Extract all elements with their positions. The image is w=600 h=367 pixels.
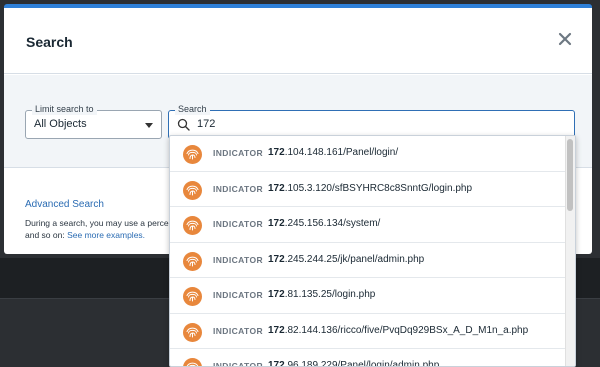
fingerprint-icon bbox=[183, 358, 202, 366]
help-text-prefix: and so on: bbox=[25, 230, 65, 240]
suggestion-rest: .105.3.120/sfBSYHRC8c8SnntG/login.php bbox=[284, 182, 473, 194]
suggestion-match: 172 bbox=[268, 182, 285, 194]
suggestion-match: 172 bbox=[268, 324, 285, 336]
scrollbar-thumb[interactable] bbox=[567, 139, 573, 211]
suggestion-value: 172.105.3.120/sfBSYHRC8c8SnntG/login.php bbox=[268, 183, 472, 194]
suggestion-value: 172.245.244.25/jk/panel/admin.php bbox=[268, 254, 424, 265]
suggestion-rest: .104.148.161/Panel/login/ bbox=[284, 147, 399, 158]
fingerprint-icon bbox=[183, 322, 202, 342]
suggestion-rest: .245.156.134/system/ bbox=[284, 218, 381, 229]
suggestion-value: 172.245.156.134/system/ bbox=[268, 218, 380, 229]
suggestion-match: 172 bbox=[268, 147, 285, 158]
search-suggestions-dropdown: INDICATOR 172.104.148.161/Panel/login/IND… bbox=[169, 135, 576, 367]
see-more-examples-link[interactable]: See more examples. bbox=[67, 230, 145, 240]
suggestion-item[interactable]: INDICATOR 172.82.144.136/ricco/five/PvqDq… bbox=[170, 314, 566, 349]
close-icon bbox=[558, 32, 572, 46]
fingerprint-icon bbox=[183, 180, 202, 200]
suggestion-item[interactable]: INDICATOR 172.245.244.25/jk/panel/admin.p… bbox=[170, 243, 566, 278]
limit-search-value: All Objects bbox=[34, 118, 87, 130]
suggestion-value: 172.81.135.25/login.php bbox=[268, 289, 375, 300]
suggestion-rest: .96.189.229/Panel/login/admin.php bbox=[284, 360, 440, 367]
advanced-search-link[interactable]: Advanced Search bbox=[25, 199, 104, 210]
close-button[interactable] bbox=[556, 30, 574, 48]
fingerprint-icon bbox=[183, 287, 202, 306]
suggestion-item[interactable]: INDICATOR 172.105.3.120/sfBSYHRC8c8SnntG/… bbox=[170, 172, 566, 207]
suggestion-type: INDICATOR bbox=[213, 361, 264, 367]
help-text-line-2: and so on: See more examples. bbox=[25, 230, 145, 240]
suggestion-match: 172 bbox=[268, 360, 285, 367]
suggestion-match: 172 bbox=[268, 218, 285, 229]
suggestion-type: INDICATOR bbox=[213, 290, 264, 300]
suggestion-rest: .81.135.25/login.php bbox=[284, 289, 376, 300]
suggestion-item[interactable]: INDICATOR 172.245.156.134/system/ bbox=[170, 207, 566, 243]
suggestion-type: INDICATOR bbox=[213, 325, 264, 336]
suggestions-scrollbar[interactable] bbox=[565, 136, 575, 366]
suggestion-match: 172 bbox=[268, 289, 285, 300]
modal-title: Search bbox=[26, 34, 73, 50]
chevron-down-icon bbox=[145, 123, 153, 128]
search-icon bbox=[177, 118, 190, 131]
suggestion-value: 172.82.144.136/ricco/five/PvqDq929BSx_A_… bbox=[268, 325, 528, 336]
suggestion-type: INDICATOR bbox=[213, 254, 264, 265]
fingerprint-icon bbox=[183, 216, 202, 235]
fingerprint-icon bbox=[183, 145, 202, 164]
modal-header: Search bbox=[4, 8, 592, 74]
search-input-value: 172 bbox=[197, 118, 216, 130]
suggestion-value: 172.96.189.229/Panel/login/admin.php bbox=[268, 360, 440, 367]
suggestion-type: INDICATOR bbox=[213, 219, 264, 229]
suggestion-item[interactable]: INDICATOR 172.96.189.229/Panel/login/admi… bbox=[170, 349, 566, 367]
suggestion-type: INDICATOR bbox=[213, 148, 264, 158]
limit-search-legend: Limit search to bbox=[32, 104, 97, 115]
suggestion-rest: .82.144.136/ricco/five/PvqDq929BSx_A_D_M… bbox=[284, 324, 529, 336]
suggestion-rest: .245.244.25/jk/panel/admin.php bbox=[284, 253, 425, 265]
suggestion-item[interactable]: INDICATOR 172.81.135.25/login.php bbox=[170, 278, 566, 314]
suggestion-type: INDICATOR bbox=[213, 183, 264, 194]
fingerprint-icon bbox=[183, 251, 202, 271]
help-text-line-1: During a search, you may use a percent bbox=[25, 218, 176, 228]
suggestion-value: 172.104.148.161/Panel/login/ bbox=[268, 147, 398, 158]
suggestion-item[interactable]: INDICATOR 172.104.148.161/Panel/login/ bbox=[170, 136, 566, 172]
suggestion-match: 172 bbox=[268, 253, 285, 265]
search-legend: Search bbox=[175, 104, 210, 115]
suggestions-list: INDICATOR 172.104.148.161/Panel/login/IND… bbox=[170, 136, 566, 367]
limit-search-select[interactable]: Limit search to All Objects bbox=[25, 104, 162, 139]
